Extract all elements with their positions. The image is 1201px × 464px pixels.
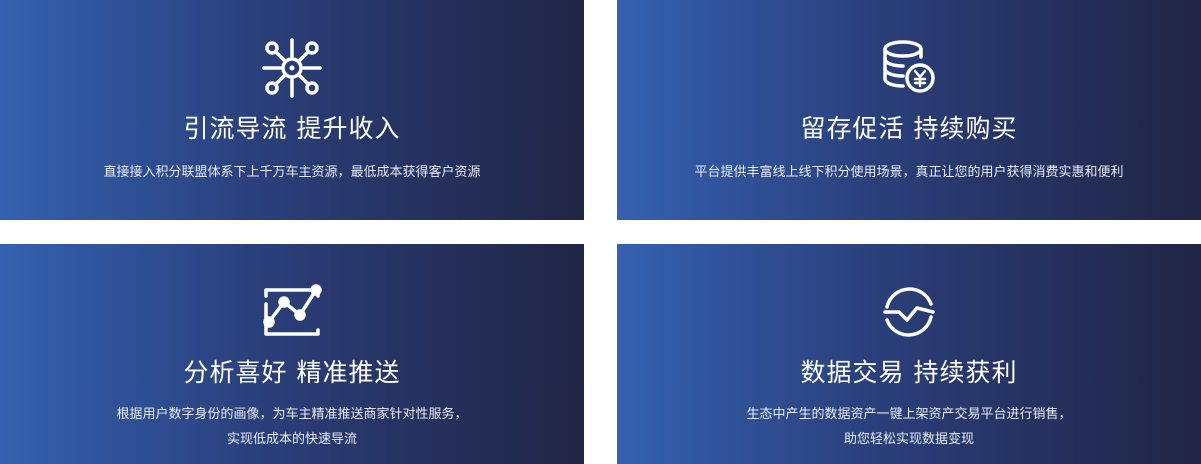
feature-card-retention: 留存促活 持续购买 平台提供丰富线上线下积分使用场景，真正让您的用户获得消费实惠…: [617, 0, 1201, 220]
trend-chart-icon: [262, 282, 322, 342]
feature-card-analysis: 分析喜好 精准推送 根据用户数字身份的画像，为车主精准推送商家针对性服务， 实现…: [0, 244, 584, 464]
card-description-line: 助您轻松实现数据变现: [843, 432, 974, 447]
card-description-line: 生态中产生的数据资产一键上架资产交易平台进行销售，: [746, 407, 1072, 422]
card-title: 数据交易 持续获利: [800, 358, 1018, 387]
card-title: 引流导流 提升收入: [183, 114, 401, 143]
coin-stack-yen-icon: [879, 38, 939, 98]
feature-card-traffic: 引流导流 提升收入 直接接入积分联盟体系下上千万车主资源，最低成本获得客户资源: [0, 0, 584, 220]
card-description: 平台提供丰富线上线下积分使用场景，真正让您的用户获得消费实惠和便利: [617, 160, 1201, 185]
card-description-line: 直接接入积分联盟体系下上千万车主资源，最低成本获得客户资源: [103, 165, 481, 180]
card-description: 生态中产生的数据资产一键上架资产交易平台进行销售， 助您轻松实现数据变现: [617, 402, 1201, 452]
card-description: 直接接入积分联盟体系下上千万车主资源，最低成本获得客户资源: [0, 160, 584, 185]
card-description-line: 实现低成本的快速导流: [226, 432, 357, 447]
card-description-line: 根据用户数字身份的画像，为车主精准推送商家针对性服务，: [116, 407, 468, 422]
feature-card-data-trade: 数据交易 持续获利 生态中产生的数据资产一键上架资产交易平台进行销售， 助您轻松…: [617, 244, 1201, 464]
exchange-cycle-icon: [879, 282, 939, 342]
card-description-line: 平台提供丰富线上线下积分使用场景，真正让您的用户获得消费实惠和便利: [694, 165, 1124, 180]
card-title: 分析喜好 精准推送: [183, 358, 401, 387]
card-title: 留存促活 持续购买: [800, 114, 1018, 143]
network-nodes-icon: [262, 38, 322, 98]
card-description: 根据用户数字身份的画像，为车主精准推送商家针对性服务， 实现低成本的快速导流: [0, 402, 584, 452]
